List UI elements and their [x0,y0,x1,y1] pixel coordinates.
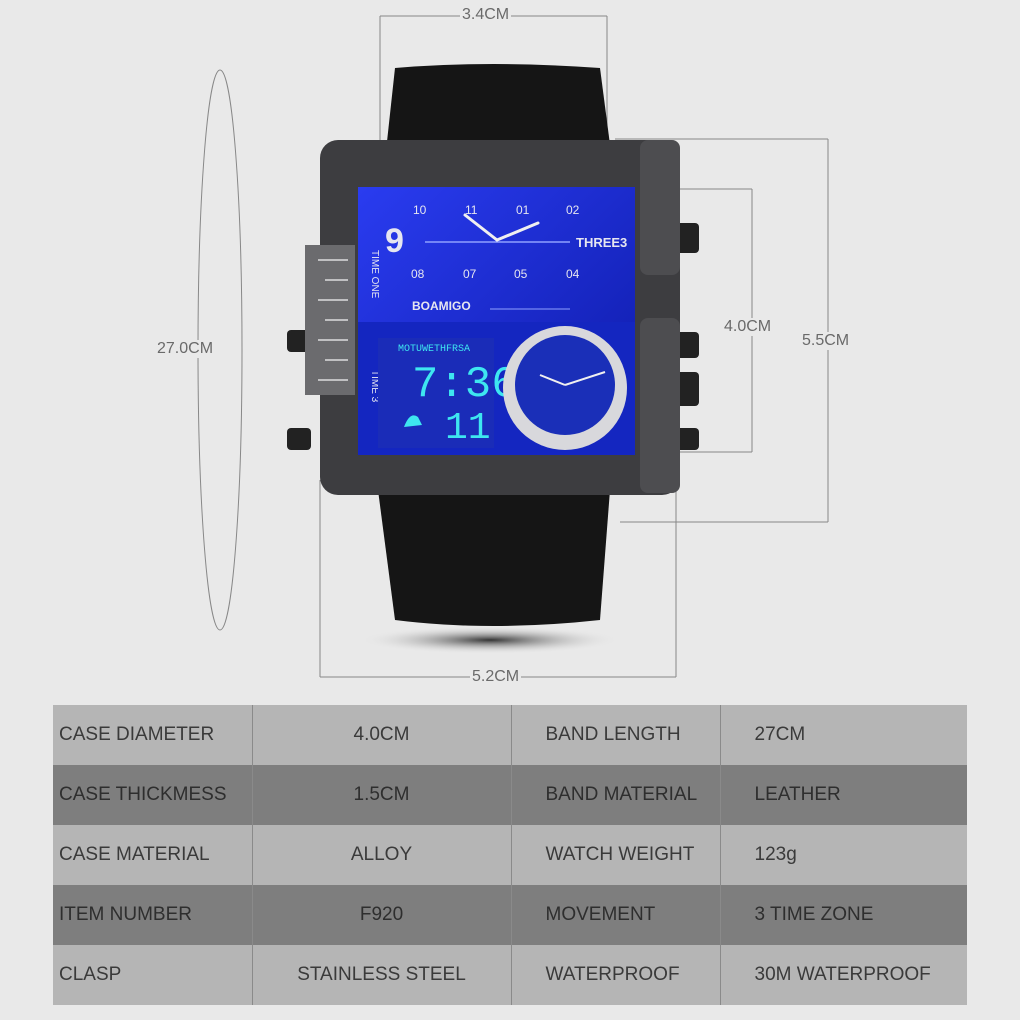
dim-band-length: 27.0CM [155,340,216,358]
label-three: THREE3 [576,235,627,250]
dim-case-height: 4.0CM [722,318,774,336]
dial-number: 05 [514,267,528,281]
spec-label: ITEM NUMBER [53,885,252,945]
spec-label: BAND LENGTH [510,705,720,765]
dial-number: 02 [566,203,580,217]
table-row: CLASP STAINLESS STEEL WATERPROOF 30M WAT… [53,945,967,1005]
dim-width: 3.4CM [460,6,512,24]
spec-value: ALLOY [251,825,511,885]
table-row: CASE MATERIAL ALLOY WATCH WEIGHT 123g [53,825,967,885]
spec-label: CASE DIAMETER [53,705,252,765]
lcd-days: MOTUWETHFRSA [398,344,470,355]
shadow [360,626,620,654]
lcd-seconds: 11 [445,407,491,450]
spec-label: CLASP [53,945,252,1005]
table-row: ITEM NUMBER F920 MOVEMENT 3 TIME ZONE [53,885,967,945]
spec-label: WATERPROOF [510,945,720,1005]
spec-value: STAINLESS STEEL [251,945,511,1005]
spec-value: F920 [251,885,511,945]
lcd-time: 7:36 [412,360,518,410]
spec-value: 27CM [719,705,967,765]
brand-logo: BOAMIGO [412,299,471,313]
dial-number: 04 [566,267,580,281]
dial-number: 10 [413,203,427,217]
dial-number: 07 [463,267,477,281]
spec-label: CASE MATERIAL [53,825,252,885]
spec-table: CASE DIAMETER 4.0CM BAND LENGTH 27CM CAS… [53,705,967,1005]
spec-value: 123g [719,825,967,885]
spec-label: BAND MATERIAL [510,765,720,825]
dial-number: 01 [516,203,530,217]
dim-total-height: 5.5CM [800,332,852,350]
label-time-one: TIME ONE [369,250,380,299]
dial-number: 08 [411,267,425,281]
spec-value: 30M WATERPROOF [719,945,967,1005]
spec-value: LEATHER [719,765,967,825]
spec-label: CASE THICKMESS [53,765,252,825]
spec-value: 4.0CM [251,705,511,765]
table-row: CASE THICKMESS 1.5CM BAND MATERIAL LEATH… [53,765,967,825]
spec-value: 1.5CM [251,765,511,825]
spec-label: MOVEMENT [510,885,720,945]
dim-case-width: 5.2CM [470,668,522,686]
spec-label: WATCH WEIGHT [510,825,720,885]
watch-illustration: 10 11 01 02 08 07 05 04 THREE3 BOAMIGO 9… [197,15,829,678]
big-numeral: 9 [385,222,404,260]
table-row: CASE DIAMETER 4.0CM BAND LENGTH 27CM [53,705,967,765]
spec-value: 3 TIME ZONE [719,885,967,945]
strap-bottom [378,490,610,626]
